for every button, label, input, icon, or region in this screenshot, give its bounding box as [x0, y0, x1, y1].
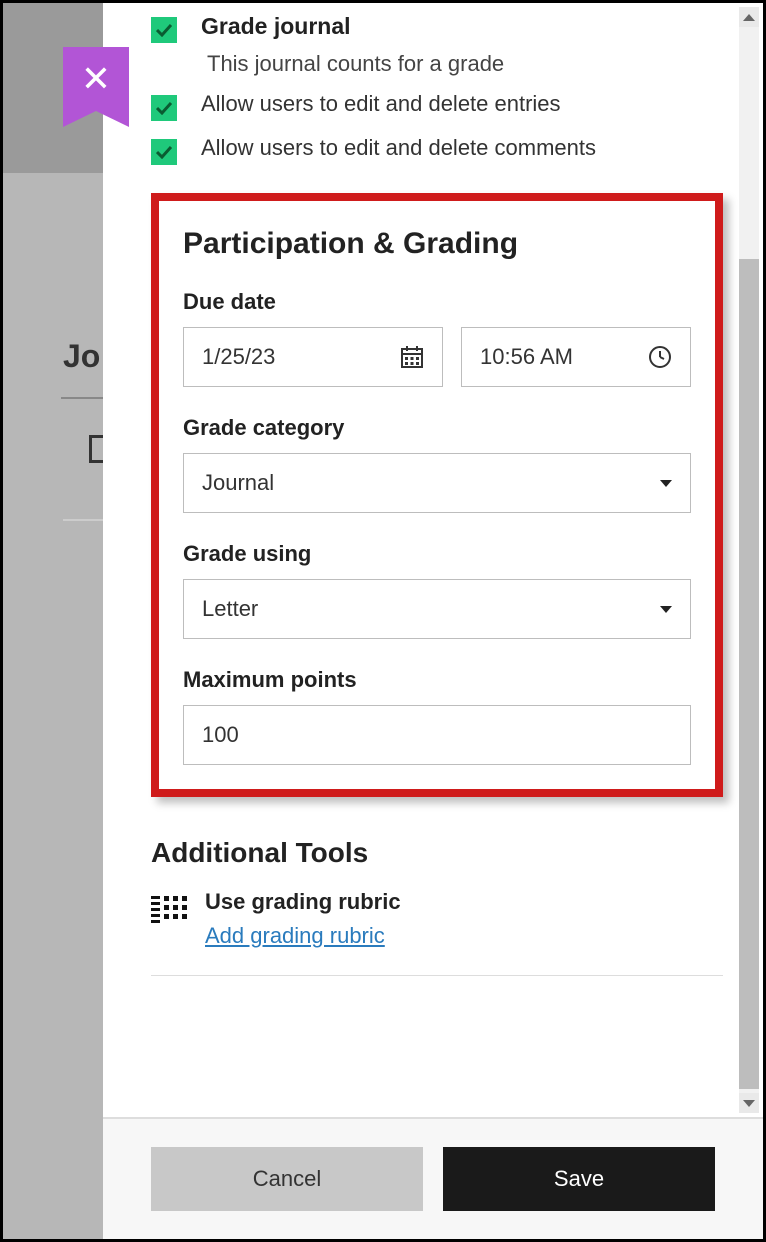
checkmark-icon	[156, 23, 172, 37]
grade-using-label: Grade using	[183, 541, 691, 567]
due-date-field: Due date 1/25/23 10:56 AM	[183, 289, 691, 387]
due-date-value: 1/25/23	[202, 344, 400, 370]
rubric-row: Use grading rubric Add grading rubric	[151, 889, 723, 949]
participation-grading-title: Participation & Grading	[183, 227, 691, 261]
participation-grading-section: Participation & Grading Due date 1/25/23…	[151, 193, 723, 797]
checkmark-icon	[156, 145, 172, 159]
grade-using-value: Letter	[202, 596, 660, 622]
grade-journal-label: Grade journal	[201, 13, 351, 40]
max-points-label: Maximum points	[183, 667, 691, 693]
add-rubric-link[interactable]: Add grading rubric	[205, 923, 385, 949]
additional-tools-title: Additional Tools	[151, 837, 723, 869]
grade-category-select[interactable]: Journal	[183, 453, 691, 513]
allow-edit-comments-row: Allow users to edit and delete comments	[151, 135, 723, 165]
chevron-down-icon	[743, 1100, 755, 1107]
chevron-down-icon	[660, 480, 672, 487]
divider	[151, 975, 723, 976]
clock-icon	[648, 345, 672, 369]
scrollbar[interactable]	[739, 7, 759, 1113]
close-icon: ✕	[81, 61, 111, 97]
due-date-input[interactable]: 1/25/23	[183, 327, 443, 387]
grade-journal-sublabel: This journal counts for a grade	[207, 51, 723, 77]
scrollbar-down-button[interactable]	[739, 1093, 759, 1113]
rubric-label: Use grading rubric	[205, 889, 401, 915]
grade-using-select[interactable]: Letter	[183, 579, 691, 639]
app-frame: Jo ✕ Grade journal This journal counts f…	[0, 0, 766, 1242]
checkmark-icon	[156, 101, 172, 115]
settings-panel: Grade journal This journal counts for a …	[103, 3, 763, 1239]
cancel-button[interactable]: Cancel	[151, 1147, 423, 1211]
chevron-up-icon	[743, 14, 755, 21]
allow-edit-comments-label: Allow users to edit and delete comments	[201, 135, 596, 161]
scrollbar-thumb[interactable]	[739, 259, 759, 1089]
grade-journal-checkbox[interactable]	[151, 17, 177, 43]
allow-edit-entries-row: Allow users to edit and delete entries	[151, 91, 723, 121]
scrollbar-up-button[interactable]	[739, 7, 759, 27]
settings-scroll-area: Grade journal This journal counts for a …	[103, 3, 763, 1117]
due-time-input[interactable]: 10:56 AM	[461, 327, 691, 387]
grade-category-field: Grade category Journal	[183, 415, 691, 513]
allow-edit-comments-checkbox[interactable]	[151, 139, 177, 165]
max-points-value: 100	[202, 722, 672, 748]
background-dim-main	[3, 173, 113, 1242]
calendar-icon	[400, 345, 424, 369]
grade-journal-row: Grade journal	[151, 13, 723, 43]
save-button[interactable]: Save	[443, 1147, 715, 1211]
footer: Cancel Save	[103, 1117, 763, 1239]
chevron-down-icon	[660, 606, 672, 613]
max-points-field: Maximum points 100	[183, 667, 691, 765]
grade-category-value: Journal	[202, 470, 660, 496]
grade-category-label: Grade category	[183, 415, 691, 441]
allow-edit-entries-label: Allow users to edit and delete entries	[201, 91, 561, 117]
rubric-icon	[151, 893, 187, 934]
max-points-input[interactable]: 100	[183, 705, 691, 765]
close-button[interactable]: ✕	[63, 47, 129, 111]
grade-using-field: Grade using Letter	[183, 541, 691, 639]
due-time-value: 10:56 AM	[480, 344, 648, 370]
due-date-label: Due date	[183, 289, 691, 315]
allow-edit-entries-checkbox[interactable]	[151, 95, 177, 121]
